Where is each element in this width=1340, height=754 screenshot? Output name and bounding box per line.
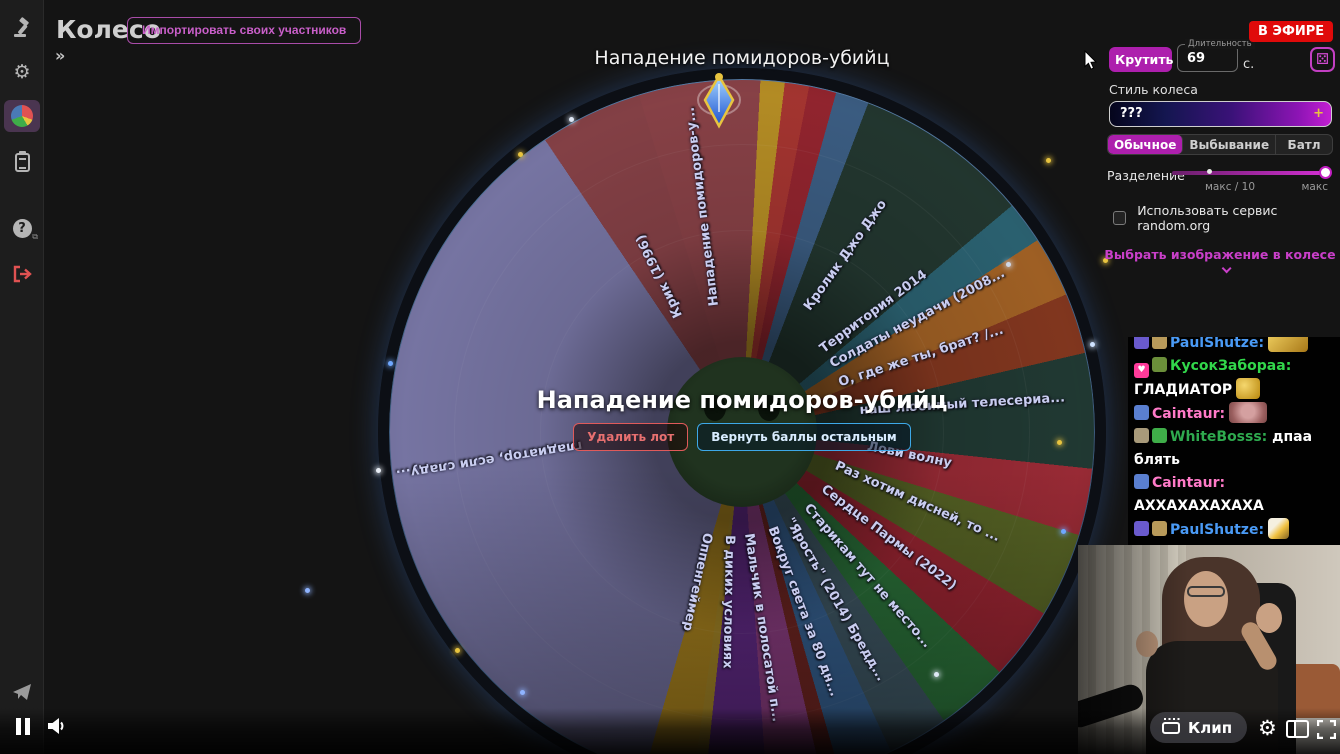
pause-button[interactable] — [16, 718, 32, 735]
wheel-mode-tab[interactable]: Обычное — [1108, 135, 1184, 154]
wheel-pie-icon[interactable] — [4, 100, 40, 132]
laugh-emote-icon — [1268, 337, 1309, 352]
clip-icon — [1162, 717, 1180, 734]
fullscreen-icon[interactable] — [1317, 720, 1336, 739]
chat-badge-icon — [1152, 357, 1167, 372]
duration-unit: с. — [1243, 57, 1255, 72]
duration-label: Длительность — [1185, 39, 1255, 49]
chat-username[interactable]: PaulShutze: — [1170, 337, 1264, 351]
settings-gear-icon[interactable]: ⚙ — [4, 56, 40, 88]
telegram-icon[interactable] — [4, 676, 40, 708]
chat-overlay: PaulShutze: ♥ КусокЗабораа: ГЛАДИАТОР Caint… — [1128, 337, 1340, 545]
split-slider[interactable] — [1172, 166, 1332, 179]
stream-page: ⚙ ? ⧉ Колесо Импортировать своих участник… — [0, 0, 1340, 754]
chat-message: ♥ КусокЗабораа: ГЛАДИАТОР — [1134, 357, 1292, 399]
chat-message: WhiteBosss: дпаа блять — [1134, 428, 1313, 468]
chat-message: PaulShutze: — [1134, 518, 1336, 542]
sparkle-particle — [1006, 262, 1011, 267]
delete-lot-button[interactable]: Удалить лот — [573, 423, 689, 451]
mouse-cursor — [1084, 50, 1098, 70]
external-link-icon: ⧉ — [32, 232, 38, 241]
wheel-mode-tabs: ОбычноеВыбываниеБатл рояль — [1107, 134, 1333, 155]
chat-badge-icon — [1134, 521, 1149, 536]
import-participants-button[interactable]: Импортировать своих участников — [127, 17, 362, 44]
return-points-button[interactable]: Вернуть баллы остальным — [697, 423, 911, 451]
wheel-mode-tab[interactable]: Батл рояль — [1276, 135, 1332, 154]
random-org-checkbox[interactable] — [1113, 211, 1127, 225]
choose-image-link[interactable]: Выбрать изображение в колесе — [1100, 247, 1340, 277]
sparkle-particle — [518, 152, 523, 157]
chat-message: Caintaur: — [1134, 402, 1336, 426]
clip-button[interactable]: Клип — [1150, 712, 1248, 743]
chat-badge-icon — [1134, 337, 1149, 349]
chat-badge-icon — [1134, 405, 1149, 420]
player-settings-icon[interactable]: ⚙ — [1252, 715, 1283, 742]
sparkle-particle — [934, 672, 939, 677]
random-org-label: Использовать сервис random.org — [1137, 203, 1278, 233]
help-icon[interactable]: ? ⧉ — [4, 212, 40, 244]
chat-badge-icon — [1134, 428, 1149, 443]
auction-gavel-icon[interactable] — [4, 12, 40, 44]
volume-button[interactable] — [46, 716, 68, 736]
chat-badge-icon — [1152, 337, 1167, 349]
clipboard-icon[interactable] — [4, 146, 40, 178]
current-lot-title: Нападение помидоров-убийц — [536, 386, 948, 414]
split-max-caption: макс — [1301, 181, 1328, 193]
wheel-pointer — [696, 70, 742, 130]
split-min-caption: макс / 10 — [1205, 181, 1256, 193]
random-dice-button[interactable]: ⚄ — [1310, 47, 1335, 72]
chat-username[interactable]: PaulShutze: — [1170, 522, 1264, 538]
chat-badge-icon — [1152, 428, 1167, 443]
spin-button[interactable]: Крутить — [1109, 47, 1173, 72]
duration-field[interactable]: Длительность 69 — [1177, 39, 1255, 72]
chat-username[interactable]: Caintaur: — [1152, 475, 1225, 491]
player-controls-bar: Клип ⚙ — [0, 708, 1340, 754]
chat-badge-icon — [1152, 521, 1167, 536]
sparkle-particle — [376, 468, 381, 473]
collapse-panel-chevrons[interactable]: » — [55, 46, 65, 65]
sparkle-particle — [388, 361, 393, 366]
sparkle-particle — [1046, 158, 1051, 163]
wheel-style-label: Стиль колеса — [1109, 82, 1198, 97]
gold-emote-icon — [1236, 378, 1261, 399]
slider-knob[interactable] — [1319, 166, 1332, 179]
chat-username[interactable]: КусокЗабораа: — [1170, 358, 1291, 374]
chevron-down-icon — [1221, 263, 1232, 274]
pie-chart-icon — [11, 105, 33, 127]
memeface-emote-icon — [1229, 402, 1268, 423]
wheel-controls-panel: Крутить Длительность 69 с. ⚄ Стиль колес… — [1100, 39, 1340, 277]
chat-username[interactable]: WhiteBosss: — [1170, 429, 1267, 445]
chat-username[interactable]: Caintaur: — [1152, 406, 1225, 422]
wheel-mode-tab[interactable]: Выбывание — [1183, 135, 1277, 154]
sparkle-particle — [305, 588, 310, 593]
chat-badge-icon: ♥ — [1134, 363, 1149, 378]
wheel-style-input[interactable]: ??? + — [1109, 101, 1332, 127]
current-lot-title-top: Нападение помидоров-убийц — [594, 47, 890, 69]
chat-message: PaulShutze: — [1134, 337, 1336, 355]
chat-badge-icon — [1134, 474, 1149, 489]
sparkle-particle — [1061, 529, 1066, 534]
app-sidebar: ⚙ ? ⧉ — [0, 0, 44, 754]
runner-emote-icon — [1268, 518, 1290, 539]
sparkle-particle — [1090, 342, 1095, 347]
style-add-icon[interactable]: + — [1313, 102, 1324, 126]
lot-overlay: Нападение помидоров-убийц Удалить лот Ве… — [390, 386, 1094, 451]
sparkle-particle — [455, 648, 460, 653]
theater-mode-icon[interactable] — [1286, 720, 1309, 738]
sparkle-particle — [520, 690, 525, 695]
live-badge: В ЭФИРЕ — [1249, 21, 1334, 42]
chat-message: CA/☠Rustofaer: не солдаты — [1134, 542, 1336, 545]
chat-message: Caintaur: АХХАХАХАХАХА — [1134, 474, 1264, 514]
sparkle-particle — [569, 117, 574, 122]
logout-icon[interactable] — [4, 258, 40, 290]
